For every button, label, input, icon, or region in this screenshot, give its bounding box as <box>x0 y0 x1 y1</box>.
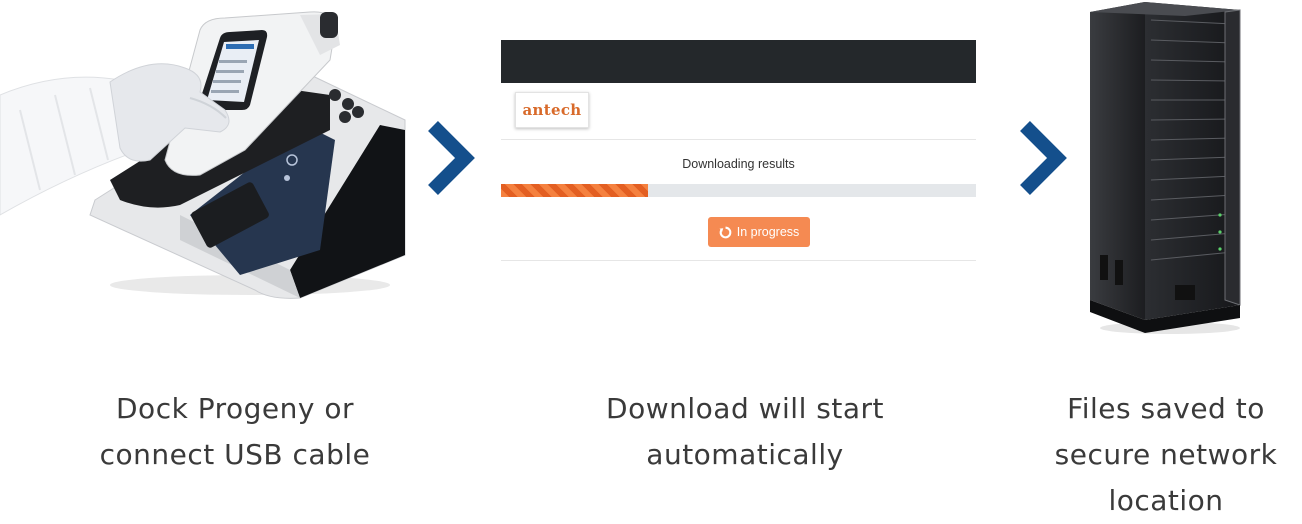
step-3-caption: Files saved to secure network location <box>1030 386 1302 524</box>
caption-line: Dock Progeny or <box>116 392 354 425</box>
in-progress-button[interactable]: In progress <box>708 217 810 247</box>
download-screen: antech Downloading results In progress <box>501 40 976 265</box>
in-progress-label: In progress <box>736 225 800 239</box>
caption-line: connect USB cable <box>99 438 371 471</box>
step-1-caption: Dock Progeny or connect USB cable <box>60 386 410 478</box>
logo-text: antech <box>522 101 582 119</box>
spinner-icon <box>719 226 732 238</box>
server-rack-image <box>1090 2 1241 334</box>
caption-line: secure network <box>1054 438 1278 471</box>
progeny-device-image <box>0 11 406 299</box>
caption-line: Download will start <box>606 392 884 425</box>
caption-line: automatically <box>646 438 844 471</box>
chevron-right-icon <box>428 121 475 195</box>
caption-line: location <box>1108 484 1224 517</box>
antech-logo: antech <box>515 92 589 128</box>
download-status-text: Downloading results <box>682 157 795 171</box>
chevron-right-icon <box>1020 121 1067 195</box>
download-progress-bar <box>501 184 976 197</box>
divider <box>501 260 976 261</box>
progress-fill <box>501 184 649 197</box>
divider <box>501 139 976 140</box>
step-2-caption: Download will start automatically <box>565 386 925 478</box>
caption-line: Files saved to <box>1067 392 1265 425</box>
app-top-bar <box>501 40 976 83</box>
